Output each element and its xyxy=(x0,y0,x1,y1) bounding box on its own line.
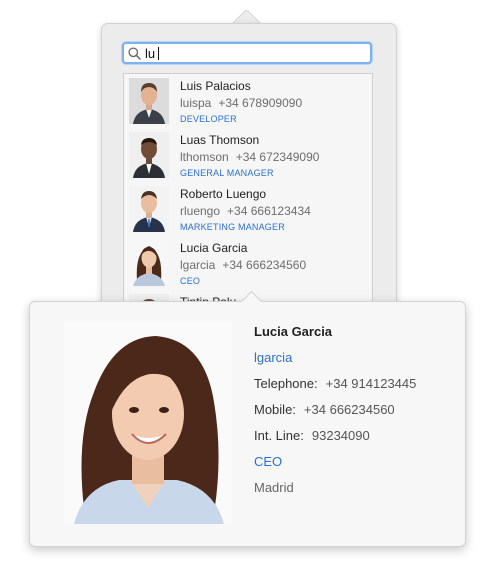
avatar xyxy=(129,132,169,178)
contact-city: Madrid xyxy=(254,480,294,495)
result-item[interactable]: Roberto Luengo rluengo +34 666123434 MARK… xyxy=(124,182,372,236)
telephone-value[interactable]: +34 914123445 xyxy=(326,376,417,391)
result-name: Luas Thomson xyxy=(180,133,260,147)
avatar xyxy=(129,240,169,286)
results-list[interactable]: Luis Palacios luispa +34 678909090 DEVELO… xyxy=(123,73,373,328)
result-details: rluengo +34 666123434 xyxy=(180,204,311,218)
result-name: Luis Palacios xyxy=(180,79,251,93)
text-caret xyxy=(158,47,159,60)
result-details: lthomson +34 672349090 xyxy=(180,150,319,164)
telephone-row: Telephone: +34 914123445 xyxy=(254,376,416,391)
contact-username-link[interactable]: lgarcia xyxy=(254,350,292,365)
intline-row: Int. Line: 93234090 xyxy=(254,428,370,443)
result-item[interactable]: Luis Palacios luispa +34 678909090 DEVELO… xyxy=(124,74,372,128)
avatar xyxy=(129,78,169,124)
result-item[interactable]: Luas Thomson lthomson +34 672349090 GENER… xyxy=(124,128,372,182)
search-icon xyxy=(128,47,141,60)
telephone-label: Telephone: xyxy=(254,376,318,391)
mobile-label: Mobile: xyxy=(254,402,296,417)
result-name: Lucia Garcia xyxy=(180,241,248,255)
avatar xyxy=(129,186,169,232)
mobile-row: Mobile: +34 666234560 xyxy=(254,402,395,417)
result-username: luispa xyxy=(180,96,212,110)
result-phone: +34 672349090 xyxy=(235,150,320,164)
contact-role-link[interactable]: CEO xyxy=(254,454,282,469)
result-role: GENERAL MANAGER xyxy=(180,168,274,178)
result-role: DEVELOPER xyxy=(180,114,237,124)
search-field[interactable] xyxy=(122,42,372,64)
mobile-value[interactable]: +34 666234560 xyxy=(304,402,395,417)
result-username: lthomson xyxy=(180,150,229,164)
result-name: Roberto Luengo xyxy=(180,187,267,201)
result-item-selected[interactable]: Lucia Garcia lgarcia +34 666234560 CEO xyxy=(124,236,372,290)
result-role: CEO xyxy=(180,276,201,286)
search-input[interactable] xyxy=(145,44,365,62)
result-details: luispa +34 678909090 xyxy=(180,96,302,110)
result-username: rluengo xyxy=(180,204,221,218)
result-phone: +34 666234560 xyxy=(222,258,307,272)
result-phone: +34 666123434 xyxy=(227,204,311,218)
contact-name: Lucia Garcia xyxy=(254,324,333,339)
result-details: lgarcia +34 666234560 xyxy=(180,258,306,272)
result-username: lgarcia xyxy=(180,258,216,272)
contact-photo xyxy=(64,322,232,524)
result-phone: +34 678909090 xyxy=(218,96,303,110)
intline-value[interactable]: 93234090 xyxy=(312,428,370,443)
intline-label: Int. Line: xyxy=(254,428,304,443)
result-role: MARKETING MANAGER xyxy=(180,222,285,232)
